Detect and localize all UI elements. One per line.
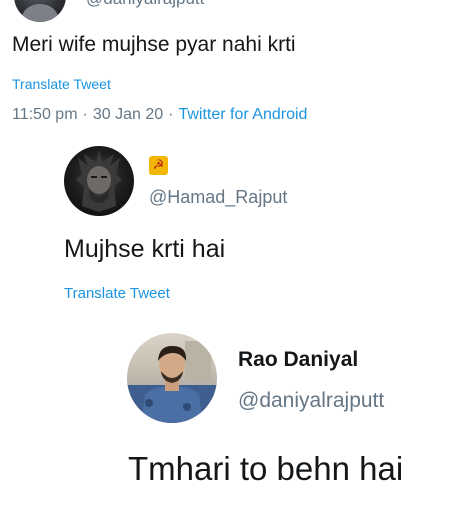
tweet3-avatar-icon[interactable]: [127, 333, 217, 423]
hammer-sickle-flag-icon: ☭: [149, 156, 168, 175]
tweet1-client-link[interactable]: Twitter for Android: [178, 106, 307, 123]
tweet3-text: Tmhari to behn hai: [128, 450, 404, 487]
tweet3-display-name[interactable]: Rao Daniyal: [238, 348, 358, 372]
tweet1-text: Meri wife mujhse pyar nahi krti: [12, 33, 296, 56]
tweet2-text: Mujhse krti hai: [64, 235, 226, 263]
tweet1-date[interactable]: 30 Jan 20: [93, 106, 163, 123]
tweet2-avatar-icon[interactable]: [64, 146, 134, 216]
tweet3-handle[interactable]: @daniyalrajputt: [238, 389, 384, 413]
tweet1-handle[interactable]: @daniyalrajputt: [86, 0, 204, 9]
meta-separator: ·: [168, 106, 174, 123]
tweet1-meta: 11:50 pm · 30 Jan 20 · Twitter for Android: [12, 106, 307, 124]
tweet2-handle[interactable]: @Hamad_Rajput: [149, 187, 287, 208]
meta-separator: ·: [82, 106, 88, 123]
tweet1-avatar-icon[interactable]: [14, 0, 66, 22]
tweet1-time[interactable]: 11:50 pm: [12, 106, 78, 123]
person-silhouette-icon: [22, 4, 58, 22]
dark-portrait-icon: [76, 150, 122, 212]
tweet2-translate-link[interactable]: Translate Tweet: [64, 285, 170, 302]
tweet1-translate-link[interactable]: Translate Tweet: [12, 76, 111, 92]
person-portrait-icon: [127, 341, 217, 423]
